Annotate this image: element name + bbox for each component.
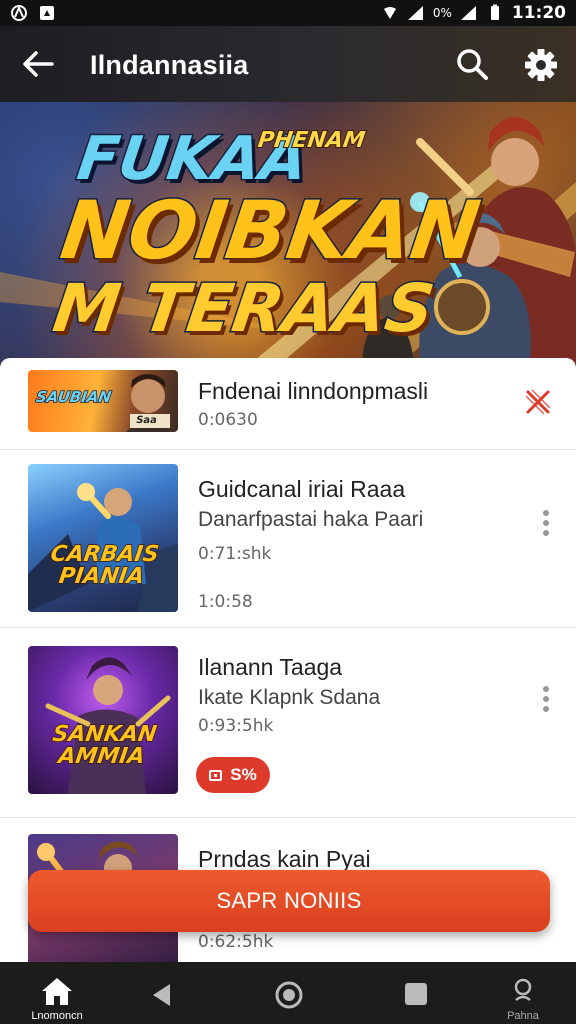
- item-duration: 0:71:shk: [198, 544, 272, 564]
- status-badge[interactable]: S%: [196, 757, 270, 793]
- status-bar: 0% 11:20: [0, 0, 576, 26]
- wifi-icon: [383, 7, 396, 19]
- profile-icon: [514, 978, 532, 1001]
- badge-icon: [209, 769, 223, 781]
- item-duration: 0:93:5hk: [198, 716, 274, 736]
- nav-recents-icon[interactable]: [404, 982, 428, 1006]
- bottom-navigation: Lnomoncn Pahna: [0, 962, 576, 1024]
- thumbnail-art: [28, 483, 178, 612]
- thumbnail-title: CARBAIS PIANIA: [48, 541, 161, 590]
- banner-title-line2: NOIBKAN: [54, 183, 487, 279]
- list-item[interactable]: SANKAN AMMIA Ilanann Taaga Ikate Klapnk …: [0, 628, 576, 818]
- item-duration: 0:62:5hk: [198, 932, 274, 952]
- nav-home-label: Lnomoncn: [31, 1010, 83, 1022]
- item-subtitle: Ikate Klapnk Sdana: [198, 686, 381, 709]
- badge-label: S%: [230, 765, 257, 784]
- item-title: Ilanann Taaga: [198, 654, 343, 680]
- item-title: Prndas kain Pyai: [198, 846, 371, 872]
- more-options-icon[interactable]: [536, 508, 556, 538]
- nav-home-circle-icon[interactable]: [274, 980, 304, 1010]
- hero-banner[interactable]: FUKAA PHENAM NOIBKAN M TERAAS: [0, 102, 576, 364]
- banner-title-line3: M TERAAS: [47, 269, 440, 349]
- home-icon: [42, 978, 72, 1005]
- item-title: Guidcanal iriai Raaa: [198, 476, 406, 502]
- nav-home[interactable]: Lnomoncn: [28, 976, 86, 1024]
- thumbnail-title: SANKAN AMMIA: [50, 721, 159, 770]
- notification-icon: [11, 5, 27, 21]
- clock: 11:20: [511, 3, 566, 23]
- item-title: Fndenai linndonpmasli: [198, 378, 429, 404]
- more-options-icon[interactable]: [536, 684, 556, 714]
- item-duration: 0:0630: [198, 410, 258, 430]
- back-arrow-icon[interactable]: [20, 48, 56, 80]
- banner-title-tag: PHENAM: [255, 127, 367, 154]
- thumbnail-caption: Saa: [135, 415, 158, 426]
- primary-action-button[interactable]: SAPR NONIIS: [28, 870, 550, 932]
- thumbnail[interactable]: CARBAIS PIANIA: [28, 464, 178, 612]
- thumbnail[interactable]: SANKAN AMMIA: [28, 646, 178, 794]
- item-timestamp: 1:0:58: [198, 592, 253, 612]
- list-item[interactable]: CARBAIS PIANIA Guidcanal iriai Raaa Dana…: [0, 450, 576, 628]
- remove-icon[interactable]: [522, 386, 554, 418]
- signal-icon-2: [460, 6, 476, 20]
- gear-icon[interactable]: [522, 46, 560, 84]
- thumbnail[interactable]: SAUBIAN Saa: [28, 370, 178, 432]
- battery-icon: [490, 4, 499, 20]
- nav-profile[interactable]: Pahna: [496, 976, 550, 1024]
- item-subtitle: Danarfpastai haka Paari: [198, 508, 424, 531]
- nav-profile-label: Pahna: [507, 1010, 539, 1022]
- battery-percent: 0%: [432, 6, 452, 20]
- thumbnail-art: [45, 657, 171, 794]
- search-icon[interactable]: [454, 46, 490, 82]
- app-bar: Ilndannasiia: [0, 26, 576, 102]
- page-title: Ilndannasiia: [90, 50, 249, 80]
- app-notification-icon: [40, 6, 54, 20]
- nav-back-icon[interactable]: [150, 982, 174, 1008]
- thumbnail-title: SAUBIAN: [34, 387, 113, 407]
- list-item[interactable]: SAUBIAN Saa Fndenai linndonpmasli 0:0630: [0, 358, 576, 450]
- signal-icon: [407, 6, 423, 20]
